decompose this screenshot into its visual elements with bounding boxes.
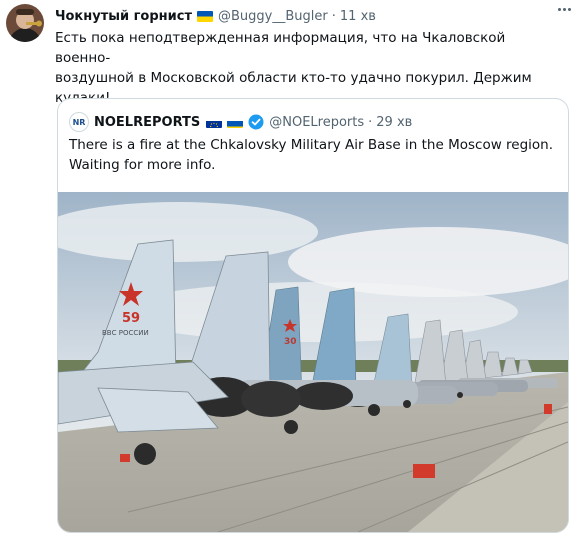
avatar-image [6, 4, 44, 42]
separator-dot: · [331, 8, 336, 24]
separator-dot: · [368, 114, 373, 130]
svg-text:30: 30 [284, 337, 297, 347]
more-options-icon[interactable] [554, 2, 574, 16]
tweet[interactable]: Чокнутый горнист @Buggy__Bugler · 11 хв … [0, 0, 578, 543]
svg-text:59: 59 [122, 311, 140, 326]
quoted-author-handle: @NOELreports [269, 114, 365, 130]
avatar[interactable] [6, 4, 44, 42]
tweet-header: Чокнутый горнист @Buggy__Bugler · 11 хв [55, 6, 568, 26]
ukraine-flag-icon [197, 10, 214, 22]
jets-photo: 59 ВВС РОССИИ 30 [58, 192, 568, 532]
author-handle[interactable]: @Buggy__Bugler [218, 9, 328, 24]
verified-badge-icon [248, 114, 264, 130]
tweet-time[interactable]: 11 хв [340, 9, 376, 24]
eu-flag-icon [206, 117, 223, 128]
quoted-tweet-time: 29 хв [376, 114, 413, 130]
quoted-tweet[interactable]: NR NOELREPORTS @NOELreports · 29 хв Ther… [57, 98, 569, 533]
author-name[interactable]: Чокнутый горнист [55, 9, 192, 24]
svg-text:ВВС РОССИИ: ВВС РОССИИ [102, 329, 149, 337]
quoted-tweet-text: There is a fire at the Chkalovsky Milita… [69, 137, 554, 173]
quoted-tweet-photo[interactable]: 59 ВВС РОССИИ 30 [58, 192, 568, 532]
quoted-tweet-header: NR NOELREPORTS @NOELreports · 29 хв [69, 112, 412, 132]
quoted-author-name: NOELREPORTS [94, 114, 201, 130]
ukraine-flag-icon [227, 117, 244, 128]
tweet-text: Есть пока неподтвержденная информация, ч… [55, 30, 532, 106]
noelreports-logo: NR [69, 112, 89, 132]
